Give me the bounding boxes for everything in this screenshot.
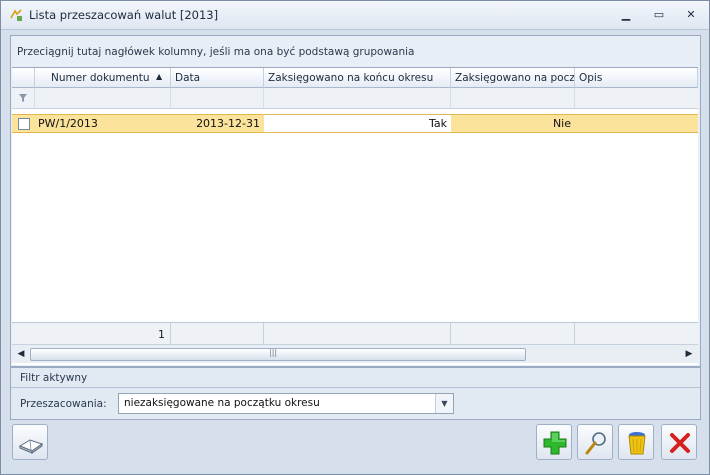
grip-icon: |||	[269, 348, 278, 357]
summary-row: 1	[12, 322, 698, 345]
currency-icon	[10, 9, 22, 21]
cell-data[interactable]: 2013-12-31	[171, 115, 264, 132]
column-header-numer[interactable]: Numer dokumentu ▲	[35, 68, 171, 88]
chevron-down-icon[interactable]: ▼	[435, 394, 453, 413]
filter-panel: Filtr aktywny Przeszacowania: niezaksięg…	[10, 367, 701, 420]
column-header-label: Numer dokumentu	[51, 72, 150, 84]
minimize-button[interactable]: ▁	[615, 6, 637, 23]
group-by-hint[interactable]: Przeciągnij tutaj nagłówek kolumny, jeśl…	[17, 46, 414, 58]
header-selector[interactable]	[12, 68, 35, 88]
cell-opis[interactable]	[575, 115, 698, 132]
add-icon	[543, 431, 567, 455]
scroll-thumb[interactable]: |||	[30, 348, 526, 361]
horizontal-scrollbar[interactable]: ◀ ||| ▶	[12, 344, 698, 363]
filter-row-button[interactable]	[12, 88, 35, 108]
filter-title: Filtr aktywny	[11, 368, 700, 388]
scroll-left-arrow[interactable]: ◀	[14, 347, 28, 361]
grid-panel: Przeciągnij tutaj nagłówek kolumny, jeśl…	[10, 35, 701, 367]
table-row[interactable]: PW/1/2013 2013-12-31 Tak Nie	[12, 114, 698, 133]
preview-button[interactable]	[577, 424, 613, 460]
column-header-data[interactable]: Data	[171, 68, 264, 88]
scroll-right-arrow[interactable]: ▶	[682, 347, 696, 361]
book-icon	[18, 439, 44, 454]
cancel-button[interactable]	[661, 424, 697, 460]
trash-icon	[628, 432, 646, 455]
sort-asc-icon: ▲	[156, 72, 163, 81]
magnifier-icon	[585, 432, 606, 455]
filter-cell-koniec[interactable]	[264, 88, 451, 108]
add-button[interactable]	[536, 424, 572, 460]
column-header-poczatek[interactable]: Zaksięgowano na pocz...	[451, 68, 575, 88]
window-title: Lista przeszacowań walut [2013]	[29, 8, 219, 22]
select-value: niezaksięgowane na początku okresu	[124, 397, 320, 409]
filter-cell-numer[interactable]	[35, 88, 171, 108]
row-checkbox[interactable]	[18, 118, 30, 130]
help-button[interactable]	[12, 424, 48, 460]
cancel-icon	[670, 433, 690, 453]
restore-button[interactable]: ▭	[648, 6, 670, 23]
data-grid: Numer dokumentu ▲ Data Zaksięgowano na k…	[12, 67, 698, 365]
column-header-koniec[interactable]: Zaksięgowano na końcu okresu	[264, 68, 451, 88]
window: Lista przeszacowań walut [2013] ▁ ▭ ✕ Pr…	[0, 0, 710, 475]
filter-cell-poczatek[interactable]	[451, 88, 575, 108]
przeszacowania-select[interactable]: niezaksięgowane na początku okresu ▼	[118, 393, 454, 414]
cell-poczatek[interactable]: Nie	[451, 115, 575, 132]
cell-koniec[interactable]: Tak	[264, 115, 451, 132]
close-button[interactable]: ✕	[680, 6, 702, 23]
delete-button[interactable]	[618, 424, 654, 460]
filter-label: Przeszacowania:	[20, 398, 107, 410]
filter-row	[12, 88, 698, 109]
row-count: 1	[158, 328, 165, 341]
cell-numer[interactable]: PW/1/2013	[35, 115, 171, 132]
column-header-opis[interactable]: Opis	[575, 68, 698, 88]
filter-cell-opis[interactable]	[575, 88, 698, 108]
filter-cell-data[interactable]	[171, 88, 264, 108]
title-bar: Lista przeszacowań walut [2013] ▁ ▭ ✕	[1, 1, 709, 30]
row-selector[interactable]	[12, 115, 35, 132]
funnel-icon	[19, 94, 27, 102]
